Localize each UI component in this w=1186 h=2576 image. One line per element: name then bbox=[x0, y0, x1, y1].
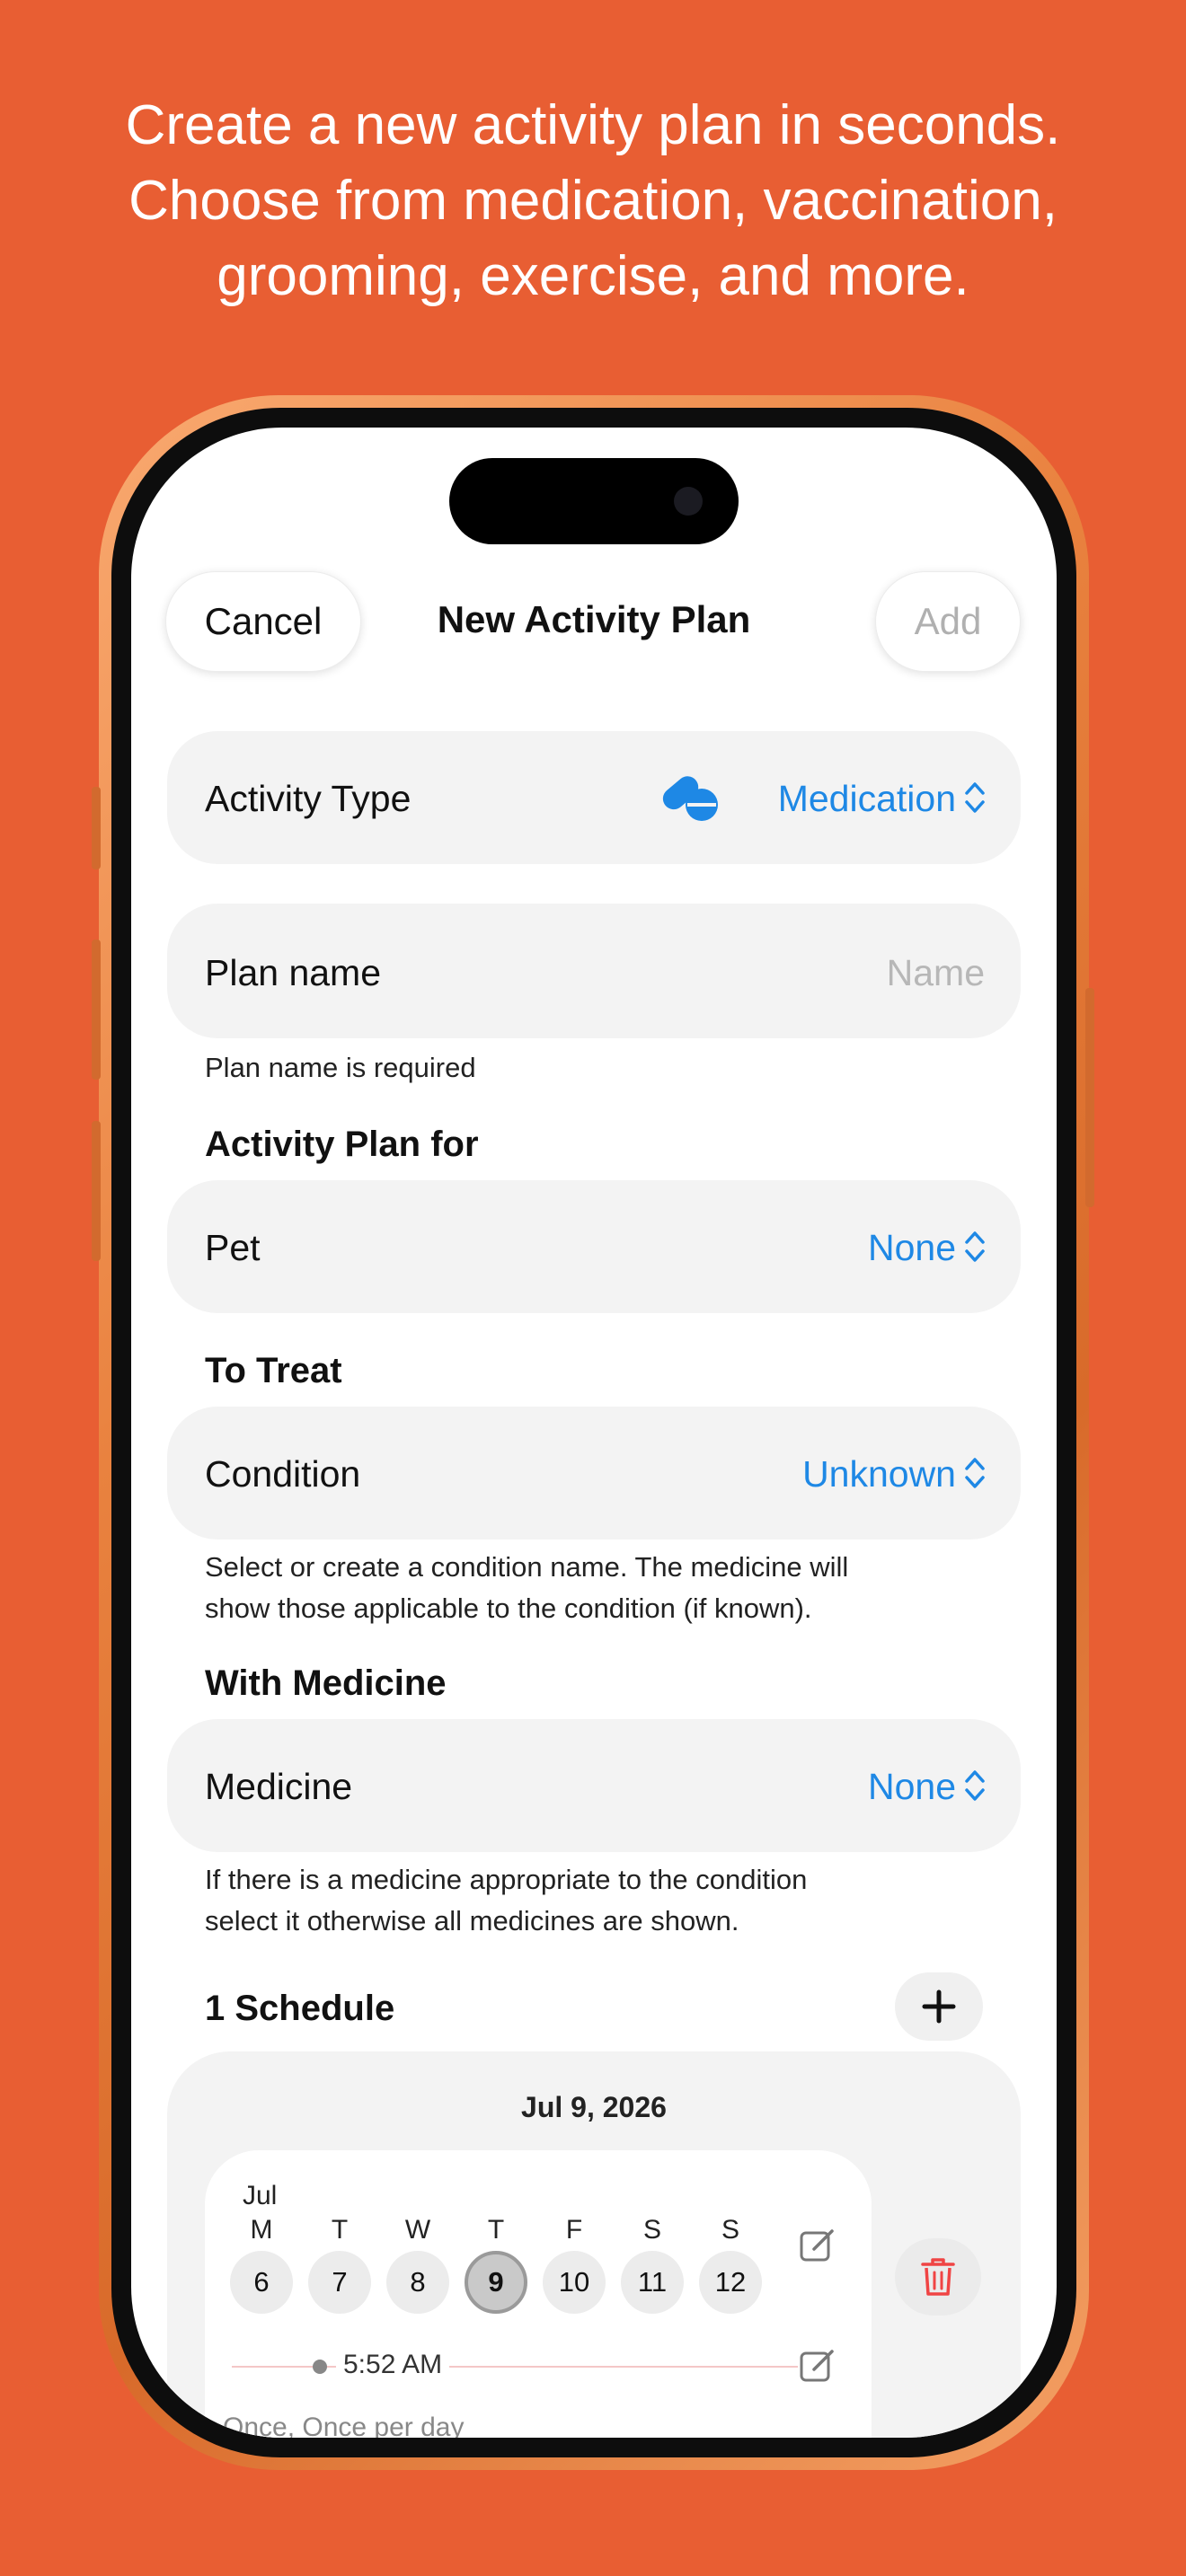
edit-days-icon[interactable] bbox=[798, 2226, 837, 2265]
chevron-up-down-icon bbox=[965, 1458, 985, 1488]
add-label: Add bbox=[914, 600, 982, 642]
day-11[interactable]: 11 bbox=[621, 2251, 684, 2314]
day-12[interactable]: 12 bbox=[699, 2251, 762, 2314]
volume-down-button bbox=[92, 1121, 101, 1261]
schedule-frequency: Once, Once per day bbox=[223, 2413, 465, 2438]
camera-icon bbox=[674, 487, 703, 516]
day-10[interactable]: 10 bbox=[543, 2251, 606, 2314]
day-letter-wed: W bbox=[404, 2215, 431, 2245]
add-schedule-button[interactable] bbox=[895, 1972, 983, 2041]
section-schedule: 1 Schedule bbox=[205, 1989, 395, 2028]
condition-value: Unknown bbox=[802, 1453, 956, 1495]
pills-icon bbox=[662, 776, 718, 821]
headline-line-2: Choose from medication, vaccination, bbox=[128, 170, 1058, 232]
schedule-card: Jul 9, 2026 Jul M T W T F S S 6 7 8 9 10… bbox=[167, 2051, 1021, 2438]
medicine-footnote-line-2: select it otherwise all medicines are sh… bbox=[205, 1905, 739, 1936]
medicine-value: None bbox=[867, 1766, 956, 1807]
day-letter-sun: S bbox=[721, 2215, 739, 2245]
time-marker-dot bbox=[313, 2360, 327, 2374]
section-to-treat: To Treat bbox=[205, 1351, 342, 1390]
condition-row[interactable]: Condition Unknown bbox=[167, 1407, 1021, 1539]
condition-footnote: Select or create a condition name. The m… bbox=[205, 1547, 848, 1629]
schedule-month: Jul bbox=[243, 2181, 278, 2210]
medicine-row[interactable]: Medicine None bbox=[167, 1719, 1021, 1852]
activity-type-label: Activity Type bbox=[205, 778, 412, 819]
pet-value: None bbox=[867, 1227, 956, 1268]
condition-footnote-line-1: Select or create a condition name. The m… bbox=[205, 1551, 849, 1583]
activity-type-value: Medication bbox=[777, 778, 956, 819]
plan-name-row[interactable]: Plan name Name bbox=[167, 904, 1021, 1038]
day-9-selected[interactable]: 9 bbox=[465, 2251, 527, 2314]
schedule-week-card: Jul M T W T F S S 6 7 8 9 10 11 12 5:52 … bbox=[205, 2150, 872, 2438]
day-6[interactable]: 6 bbox=[230, 2251, 293, 2314]
condition-label: Condition bbox=[205, 1453, 361, 1495]
day-8[interactable]: 8 bbox=[386, 2251, 449, 2314]
delete-schedule-button[interactable] bbox=[895, 2238, 981, 2316]
schedule-time[interactable]: 5:52 AM bbox=[336, 2350, 450, 2380]
headline-line-3: grooming, exercise, and more. bbox=[217, 245, 969, 307]
day-letter-fri: F bbox=[565, 2215, 583, 2245]
trash-icon bbox=[921, 2258, 955, 2296]
pet-row[interactable]: Pet None bbox=[167, 1180, 1021, 1313]
day-letter-tue: T bbox=[331, 2215, 349, 2245]
medicine-footnote: If there is a medicine appropriate to th… bbox=[205, 1859, 807, 1942]
marketing-headline: Create a new activity plan in seconds. C… bbox=[0, 88, 1186, 314]
day-letter-mon: M bbox=[250, 2215, 273, 2245]
schedule-date: Jul 9, 2026 bbox=[521, 2091, 667, 2123]
day-letter-sat: S bbox=[642, 2215, 661, 2245]
plan-name-input[interactable]: Name bbox=[887, 952, 985, 994]
volume-up-button bbox=[92, 940, 101, 1080]
phone-screen: Cancel New Activity Plan Add Activity Ty… bbox=[131, 428, 1057, 2438]
section-with-medicine: With Medicine bbox=[205, 1663, 447, 1703]
plus-icon bbox=[922, 1989, 956, 2024]
chevron-up-down-icon bbox=[965, 782, 985, 813]
power-button bbox=[1085, 988, 1094, 1207]
headline-line-1: Create a new activity plan in seconds. bbox=[125, 94, 1061, 156]
plan-name-label: Plan name bbox=[205, 952, 382, 993]
chevron-up-down-icon bbox=[965, 1770, 985, 1801]
plan-name-footnote: Plan name is required bbox=[205, 1052, 476, 1083]
day-letter-thu: T bbox=[487, 2215, 505, 2245]
add-button[interactable]: Add bbox=[875, 571, 1021, 672]
medicine-label: Medicine bbox=[205, 1766, 353, 1807]
section-activity-plan-for: Activity Plan for bbox=[205, 1125, 479, 1164]
day-7[interactable]: 7 bbox=[308, 2251, 371, 2314]
action-button bbox=[92, 787, 101, 869]
chevron-up-down-icon bbox=[965, 1231, 985, 1262]
dynamic-island bbox=[449, 458, 739, 544]
condition-footnote-line-2: show those applicable to the condition (… bbox=[205, 1592, 812, 1624]
pet-label: Pet bbox=[205, 1227, 261, 1268]
medicine-footnote-line-1: If there is a medicine appropriate to th… bbox=[205, 1864, 808, 1895]
activity-type-row[interactable]: Activity Type Medication bbox=[167, 731, 1021, 864]
edit-time-icon[interactable] bbox=[798, 2346, 837, 2386]
